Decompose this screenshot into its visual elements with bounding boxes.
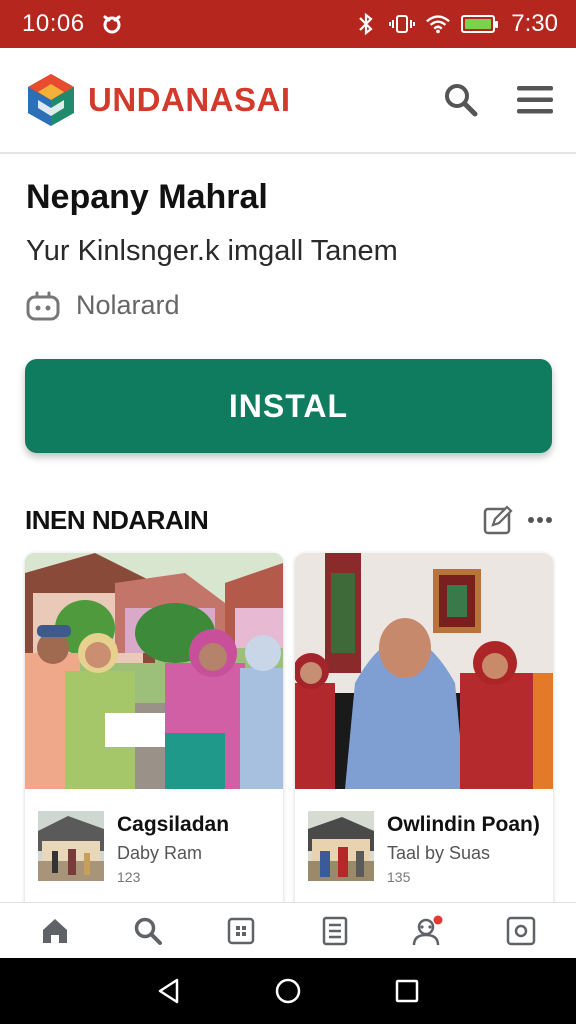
section-title: INEN NDARAIN [25,504,209,535]
more-icon[interactable] [527,515,553,525]
section-header: INEN NDARAIN [25,500,553,540]
header-search-button[interactable] [442,81,480,119]
home-icon [42,918,67,943]
grid-icon [228,917,255,944]
install-button[interactable]: INSTAL [25,359,552,453]
system-back-button[interactable] [149,971,189,1011]
vibrate-icon [389,11,416,37]
header-menu-button[interactable] [516,81,554,119]
nav-document[interactable] [311,907,359,955]
profile-name: Nepany Mahral [26,178,268,216]
card-subtitle: Taal by Suas [387,843,491,863]
search-icon [445,84,478,117]
brand-name: UNDANASAI [88,81,291,118]
system-recents-button[interactable] [387,971,427,1011]
nav-grid[interactable] [217,907,265,955]
card-body: Cagsiladan Daby Ram 123 [25,789,283,913]
profile-section: Nepany Mahral Yur Kinlsnger.k imgall Tan… [26,178,556,321]
bot-icon [26,291,60,320]
card-count: 135 [387,869,411,885]
back-icon [159,978,179,1004]
search-icon [134,917,162,945]
system-nav-bar [0,958,576,1024]
app-header: UNDANASAI [0,48,576,154]
system-home-button[interactable] [268,971,308,1011]
nav-home[interactable] [31,907,79,955]
community-icon [412,915,443,945]
card-subtitle: Daby Ram [117,843,203,863]
nav-community[interactable] [404,907,452,955]
document-icon [322,916,347,945]
alert-icon [99,11,125,37]
profile-meta: Nolarard [26,290,556,321]
nav-settings[interactable] [497,907,545,955]
settings-icon [507,916,536,945]
card-photo-women-group [295,553,553,789]
card-thumbnail [308,811,374,881]
wifi-icon [425,11,451,37]
card-title: Cagsiladan [117,813,230,836]
brand-logo-icon [28,74,74,126]
profile-meta-label: Nolarard [76,290,180,320]
card-body: Owlindin Poan) Taal by Suas 135 [295,789,553,913]
content-card[interactable]: Cagsiladan Daby Ram 123 [25,553,283,913]
status-bar: 10:06 7:30 [0,0,576,48]
card-title: Owlindin Poan) [387,813,540,836]
edit-icon[interactable] [483,505,513,535]
recents-icon [395,979,418,1003]
profile-subtitle: Yur Kinlsnger.k imgall Tanem [26,235,398,267]
battery-icon [461,15,499,33]
bluetooth-icon [353,11,379,37]
nav-search[interactable] [124,907,172,955]
menu-icon [517,86,553,114]
status-time-right: 7:30 [511,10,558,37]
home-circle-icon [275,978,301,1004]
bottom-nav [0,902,576,958]
status-time-left: 10:06 [22,10,85,37]
card-photo-village-meeting [25,553,283,789]
card-count: 123 [117,869,141,885]
card-thumbnail [38,811,104,881]
content-card[interactable]: Owlindin Poan) Taal by Suas 135 [295,553,553,913]
